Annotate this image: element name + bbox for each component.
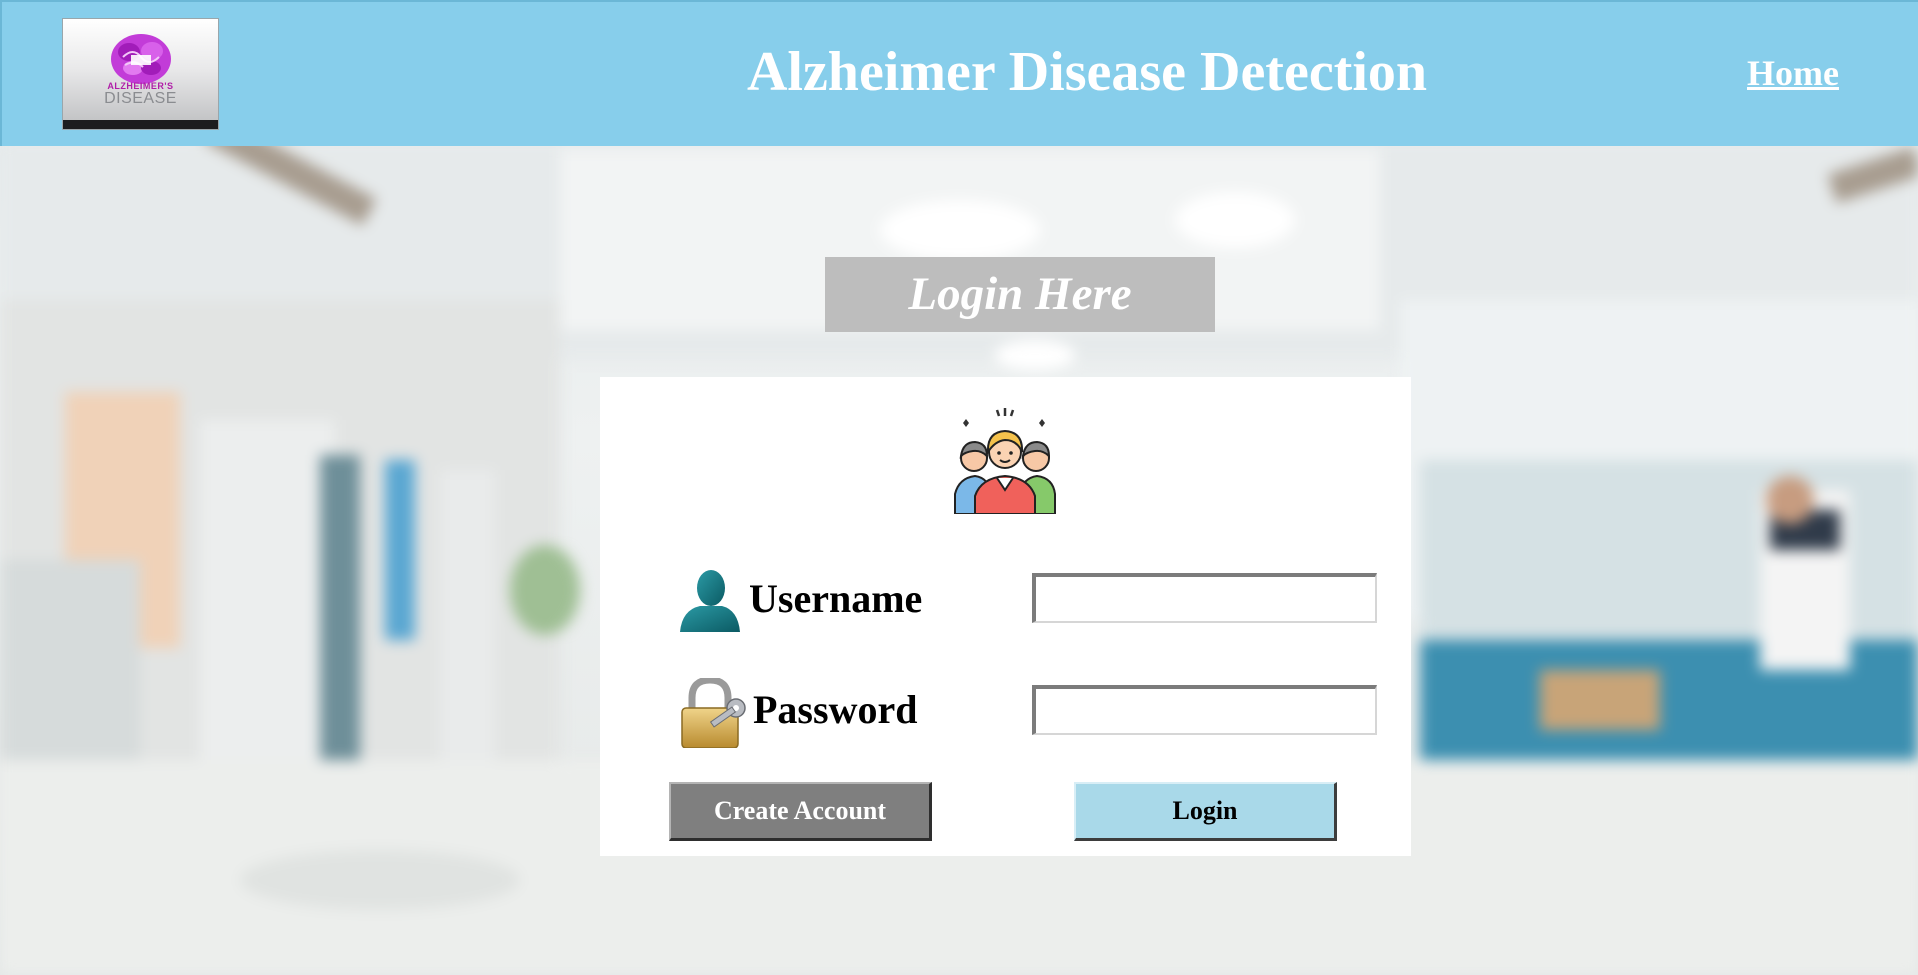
username-label: Username — [749, 576, 923, 621]
username-input[interactable] — [1032, 573, 1377, 623]
team-people-icon — [951, 406, 1059, 514]
password-label: Password — [753, 687, 918, 732]
brain-icon — [111, 34, 171, 84]
page-title: Alzheimer Disease Detection — [746, 41, 1428, 103]
logo-footer-strip — [63, 120, 218, 129]
password-input[interactable] — [1032, 685, 1377, 735]
user-silhouette-icon — [680, 570, 740, 632]
header-bar: ALZHEIMER'S DISEASE Alzheimer Disease De… — [0, 0, 1918, 146]
login-heading: Login Here — [825, 257, 1215, 332]
login-button[interactable]: Login — [1074, 782, 1337, 841]
login-panel: Username Password Create Account Login — [600, 377, 1411, 856]
alzheimers-disease-logo: ALZHEIMER'S DISEASE — [62, 18, 219, 130]
padlock-key-icon — [681, 678, 746, 748]
logo-text-disease: DISEASE — [104, 90, 177, 107]
create-account-button[interactable]: Create Account — [669, 782, 932, 841]
home-link[interactable]: Home — [1747, 52, 1839, 94]
